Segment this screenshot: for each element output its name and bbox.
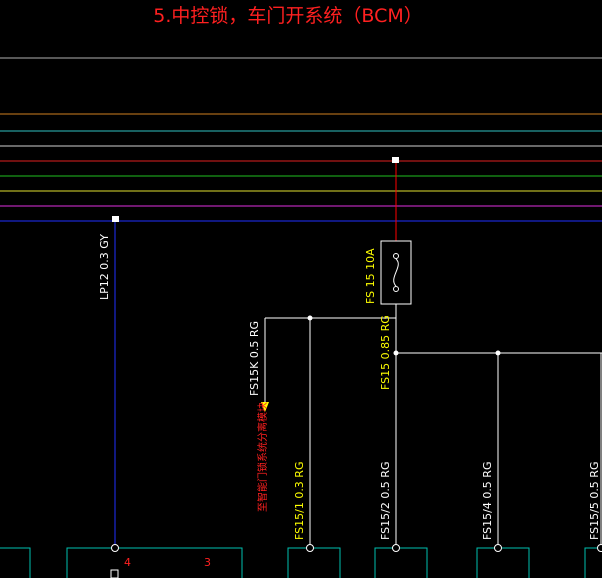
label-fuse: FS 15 10A [364, 248, 377, 304]
pin-fs15-5 [597, 544, 602, 552]
label-lp12: LP12 0.3 GY [98, 234, 111, 300]
pin-fs15-1 [306, 544, 314, 552]
diagram-title: 5.中控锁，车门开系统（BCM） [153, 5, 423, 27]
label-red-note: 至智能门锁系统分离模块 [256, 402, 269, 512]
pin-fs15-2 [392, 544, 400, 552]
pin-label-3: 3 [204, 556, 211, 569]
pin-fs15-4 [494, 544, 502, 552]
bus-junction-lp12 [112, 216, 119, 222]
label-fs15-2: FS15/2 0.5 RG [379, 462, 392, 540]
label-fs15-1: FS15/1 0.3 RG [293, 462, 306, 540]
label-fs15k: FS15K 0.5 RG [248, 321, 261, 396]
wiring-schematic: 5.中控锁，车门开系统（BCM） FS 15 10A FS15K 0.5 RG … [0, 0, 602, 578]
label-fs15-4: FS15/4 0.5 RG [481, 462, 494, 540]
pin-lp12 [111, 544, 119, 552]
pin-label-4: 4 [124, 556, 131, 569]
label-fs15-5: FS15/5 0.5 RG [588, 462, 601, 540]
label-fs15-trunk: FS15 0.85 RG [379, 315, 392, 390]
bus-junction-fuse [392, 157, 399, 163]
